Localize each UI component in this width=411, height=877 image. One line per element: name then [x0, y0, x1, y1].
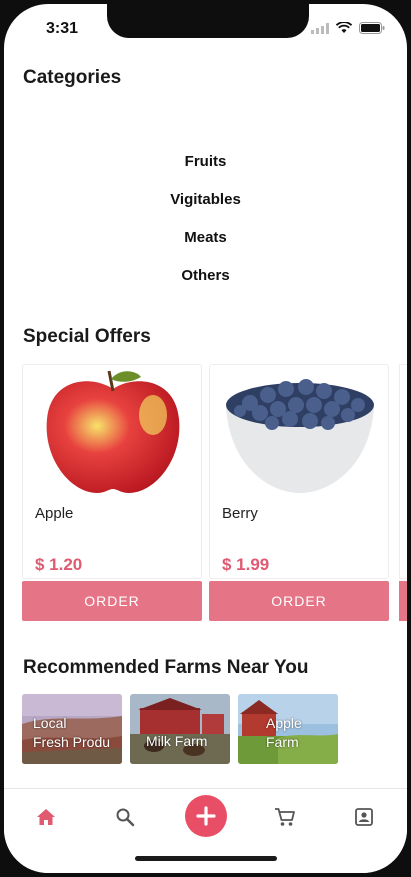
add-icon — [196, 806, 216, 826]
home-tab[interactable] — [32, 803, 60, 831]
offer-price: $ 1.20 — [35, 555, 83, 574]
add-button[interactable] — [185, 795, 227, 837]
farm-label: Apple Farm — [266, 714, 302, 752]
offer-price: $ 1.99 — [222, 555, 270, 574]
farm-label-line2: Farm — [266, 734, 299, 750]
home-icon — [37, 809, 55, 825]
signal-icon — [311, 22, 329, 34]
category-others[interactable]: Others — [136, 266, 276, 304]
order-button-apple[interactable]: ORDER — [22, 581, 202, 621]
contact-icon — [355, 808, 373, 826]
farm-label-line2: Fresh Produ — [33, 734, 111, 750]
offer-name: Apple — [35, 505, 74, 522]
farm-label: Milk Farm — [146, 732, 207, 751]
farms-title: Recommended Farms Near You — [23, 657, 309, 678]
search-tab[interactable] — [111, 803, 139, 831]
farm-label: Local Fresh Produ — [33, 714, 110, 752]
search-icon — [116, 808, 135, 827]
farm-label-line1: Local — [33, 715, 67, 731]
special-offers-carousel[interactable]: Apple $ 1.20 ORDER Berry $ 1.99 ORDER — [22, 364, 407, 624]
contact-tab[interactable] — [350, 803, 378, 831]
cart-tab[interactable] — [271, 803, 299, 831]
farms-carousel[interactable]: Local Fresh Produ Milk Farm Apple Farm — [22, 694, 407, 764]
offer-card-apple[interactable]: Apple $ 1.20 — [22, 364, 202, 579]
farm-card-milk[interactable]: Milk Farm — [130, 694, 230, 764]
battery-icon — [359, 22, 385, 34]
cart-icon — [275, 808, 295, 826]
farm-card-apple[interactable]: Apple Farm — [238, 694, 338, 764]
farm-photo — [130, 694, 230, 764]
apple-image — [46, 370, 180, 493]
categories-title: Categories — [23, 67, 122, 88]
status-time: 3:31 — [46, 20, 79, 37]
order-button-next[interactable] — [399, 581, 407, 621]
category-fruits[interactable]: Fruits — [136, 152, 276, 190]
category-list: Fruits Vigitables Meats Others — [4, 152, 407, 304]
status-icons — [311, 22, 385, 34]
blueberry-bowl-image — [226, 379, 374, 493]
category-meats[interactable]: Meats — [136, 228, 276, 266]
phone-screen: 3:31 Categories Fruits Vigitables Meats … — [4, 4, 407, 873]
notch — [107, 4, 309, 38]
offer-name: Berry — [222, 505, 258, 522]
order-button-berry[interactable]: ORDER — [209, 581, 389, 621]
home-indicator[interactable] — [135, 856, 277, 861]
offer-card-next[interactable] — [399, 364, 407, 579]
offer-card-berry[interactable]: Berry $ 1.99 — [209, 364, 389, 579]
special-offers-title: Special Offers — [23, 326, 151, 347]
category-vegetables[interactable]: Vigitables — [136, 190, 276, 228]
farm-label-line1: Apple — [266, 715, 302, 731]
farm-card-local[interactable]: Local Fresh Produ — [22, 694, 122, 764]
farm-label-line1: Milk Farm — [146, 733, 208, 749]
wifi-icon — [336, 22, 352, 33]
